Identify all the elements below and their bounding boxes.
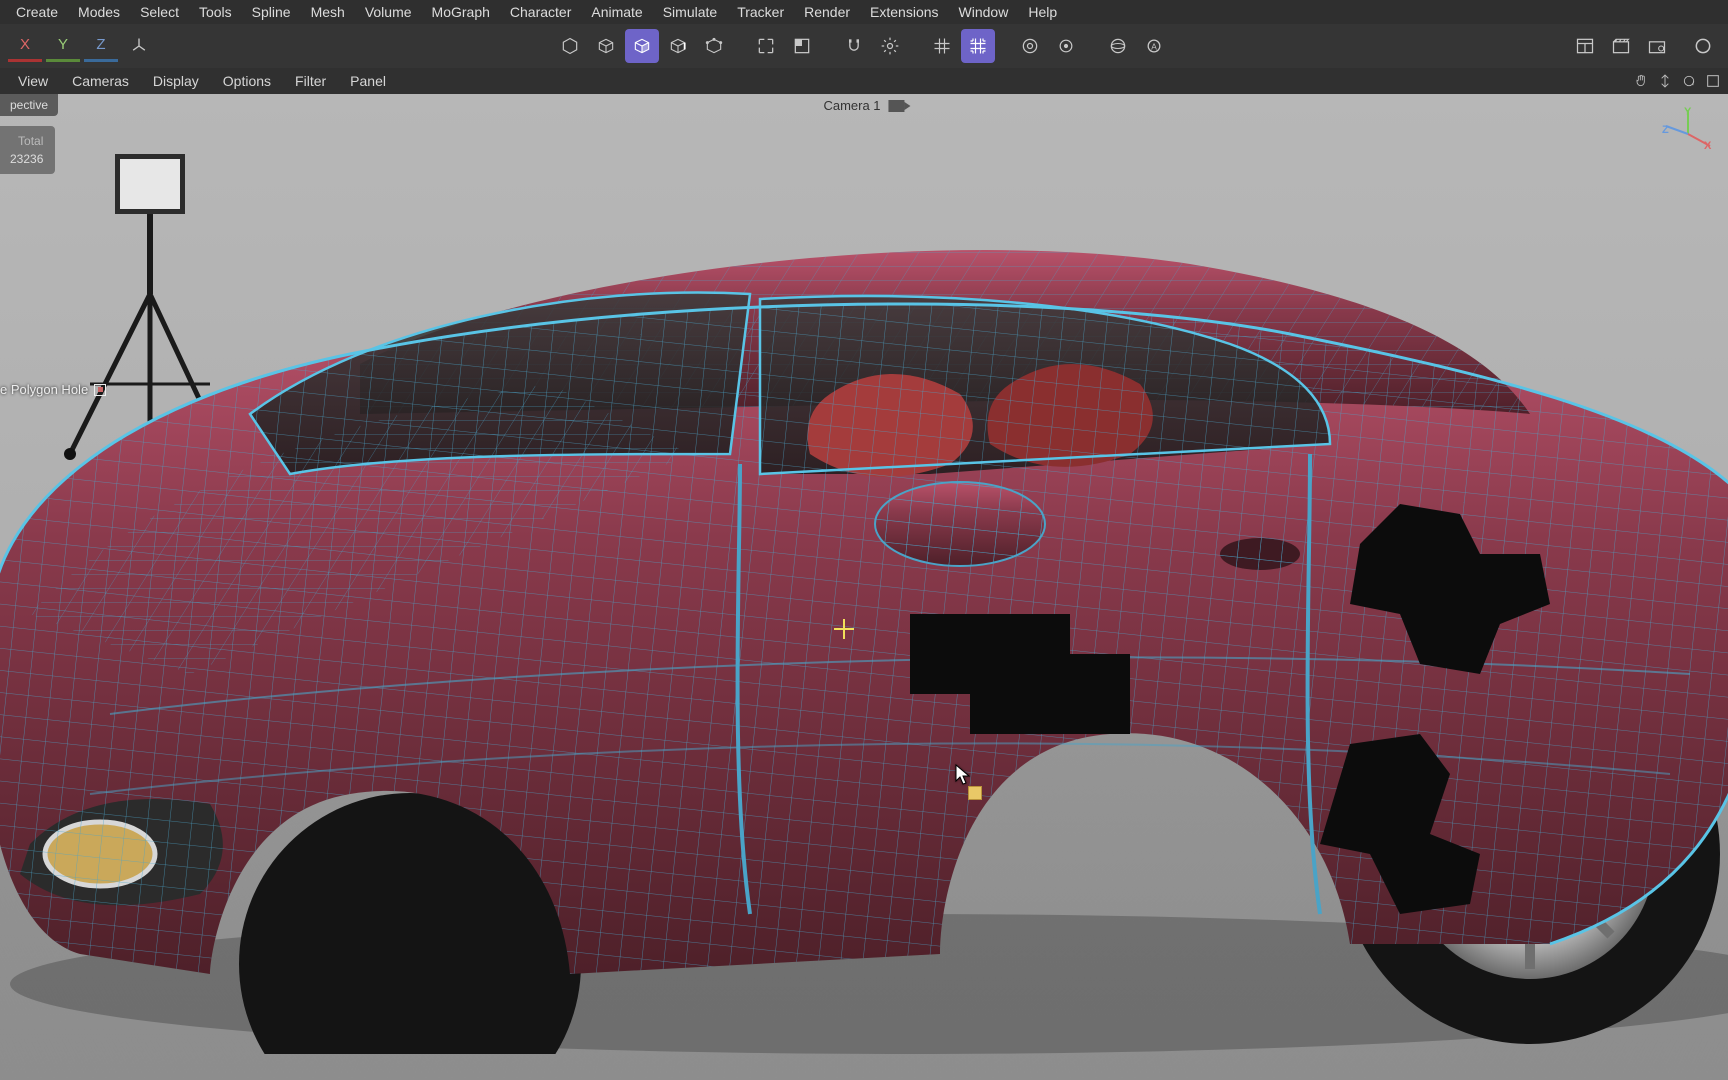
layout-button[interactable] [1568, 29, 1602, 63]
viewmenu-cameras[interactable]: Cameras [60, 68, 141, 94]
edge-mode-button[interactable] [661, 29, 695, 63]
cube-outline-icon [596, 36, 616, 56]
menu-tools[interactable]: Tools [189, 0, 242, 24]
viewport[interactable]: pective Total 23236 Camera 1 e Polygon H… [0, 94, 1728, 1080]
svg-text:A: A [1151, 41, 1157, 51]
car-model [0, 154, 1728, 1054]
render-region-button[interactable] [785, 29, 819, 63]
viewmenu-display[interactable]: Display [141, 68, 211, 94]
active-tool-label: e Polygon Hole [0, 382, 106, 397]
stats-label: Total [10, 132, 43, 150]
axis-icon [129, 36, 149, 56]
render-settings-button[interactable] [1640, 29, 1674, 63]
grid-snap-icon [968, 36, 988, 56]
layout-icon [1575, 36, 1595, 56]
viewport-solo-button[interactable] [749, 29, 783, 63]
menu-help[interactable]: Help [1018, 0, 1067, 24]
cube-edge-icon [668, 36, 688, 56]
viewmenu-view[interactable]: View [6, 68, 60, 94]
symmetry-button[interactable] [1013, 29, 1047, 63]
tool-name: e Polygon Hole [0, 382, 88, 397]
object-mode-button[interactable] [589, 29, 623, 63]
dolly-icon[interactable] [1656, 72, 1674, 90]
soft-selection-button[interactable] [1101, 29, 1135, 63]
render-view-button[interactable] [1604, 29, 1638, 63]
menu-simulate[interactable]: Simulate [653, 0, 727, 24]
workplane-button[interactable] [925, 29, 959, 63]
magnet-icon [844, 36, 864, 56]
orbit-icon[interactable] [1680, 72, 1698, 90]
axis-x-toggle[interactable]: X [8, 30, 42, 62]
workplane-snap-button[interactable] [961, 29, 995, 63]
sphere-icon [1108, 36, 1128, 56]
maximize-icon[interactable] [1704, 72, 1722, 90]
menu-select[interactable]: Select [130, 0, 189, 24]
cube-points-icon [704, 36, 724, 56]
menu-mograph[interactable]: MoGraph [422, 0, 500, 24]
clapboard-gear-icon [1647, 36, 1667, 56]
gizmo-z-label: Z [1662, 124, 1669, 136]
snap-settings-button[interactable] [873, 29, 907, 63]
viewmenu-panel[interactable]: Panel [338, 68, 398, 94]
viewmenu-options[interactable]: Options [211, 68, 283, 94]
active-camera-label[interactable]: Camera 1 [823, 98, 904, 113]
cursor-tool-badge [968, 786, 982, 800]
viewport-stats: Total 23236 [0, 126, 55, 174]
menu-spline[interactable]: Spline [242, 0, 301, 24]
symmetry-settings-button[interactable] [1049, 29, 1083, 63]
feedback-button[interactable] [1686, 29, 1720, 63]
model-mode-button[interactable] [553, 29, 587, 63]
axis-z-toggle[interactable]: Z [84, 30, 118, 62]
menu-animate[interactable]: Animate [581, 0, 652, 24]
viewport-scene [0, 94, 1728, 1080]
viewmenu-filter[interactable]: Filter [283, 68, 338, 94]
menu-create[interactable]: Create [6, 0, 68, 24]
gear-small-icon [1056, 36, 1076, 56]
stats-count: 23236 [10, 150, 43, 168]
view-mode-badge: pective [0, 94, 58, 116]
menu-window[interactable]: Window [949, 0, 1019, 24]
main-toolbar: X Y Z A [0, 24, 1728, 68]
gizmo-y-label: Y [1684, 106, 1691, 118]
menu-modes[interactable]: Modes [68, 0, 130, 24]
menu-render[interactable]: Render [794, 0, 860, 24]
menu-extensions[interactable]: Extensions [860, 0, 948, 24]
grid-icon [932, 36, 952, 56]
pan-icon[interactable] [1632, 72, 1650, 90]
tool-swatch-icon [94, 384, 106, 396]
camera-icon [889, 100, 905, 112]
cube-face-icon [632, 36, 652, 56]
gear-icon [880, 36, 900, 56]
frame-icon [756, 36, 776, 56]
menu-mesh[interactable]: Mesh [301, 0, 355, 24]
menu-volume[interactable]: Volume [355, 0, 422, 24]
gizmo-x-label: X [1704, 140, 1711, 152]
snap-toggle-button[interactable] [837, 29, 871, 63]
hexagon-icon [560, 36, 580, 56]
navigation-gizmo[interactable]: Y Z X [1658, 104, 1718, 164]
circle-icon [1693, 36, 1713, 56]
region-icon [792, 36, 812, 56]
menu-character[interactable]: Character [500, 0, 581, 24]
camera-name: Camera 1 [823, 98, 880, 113]
axis-y-toggle[interactable]: Y [46, 30, 80, 62]
point-mode-button[interactable] [697, 29, 731, 63]
main-menu-bar: Create Modes Select Tools Spline Mesh Vo… [0, 0, 1728, 24]
polygon-mode-button[interactable] [625, 29, 659, 63]
clapboard-icon [1611, 36, 1631, 56]
auto-icon: A [1144, 36, 1164, 56]
viewport-menu-bar: View Cameras Display Options Filter Pane… [0, 68, 1728, 94]
coordinate-system-button[interactable] [122, 29, 156, 63]
menu-tracker[interactable]: Tracker [727, 0, 794, 24]
auto-select-button[interactable]: A [1137, 29, 1171, 63]
target-icon [1020, 36, 1040, 56]
